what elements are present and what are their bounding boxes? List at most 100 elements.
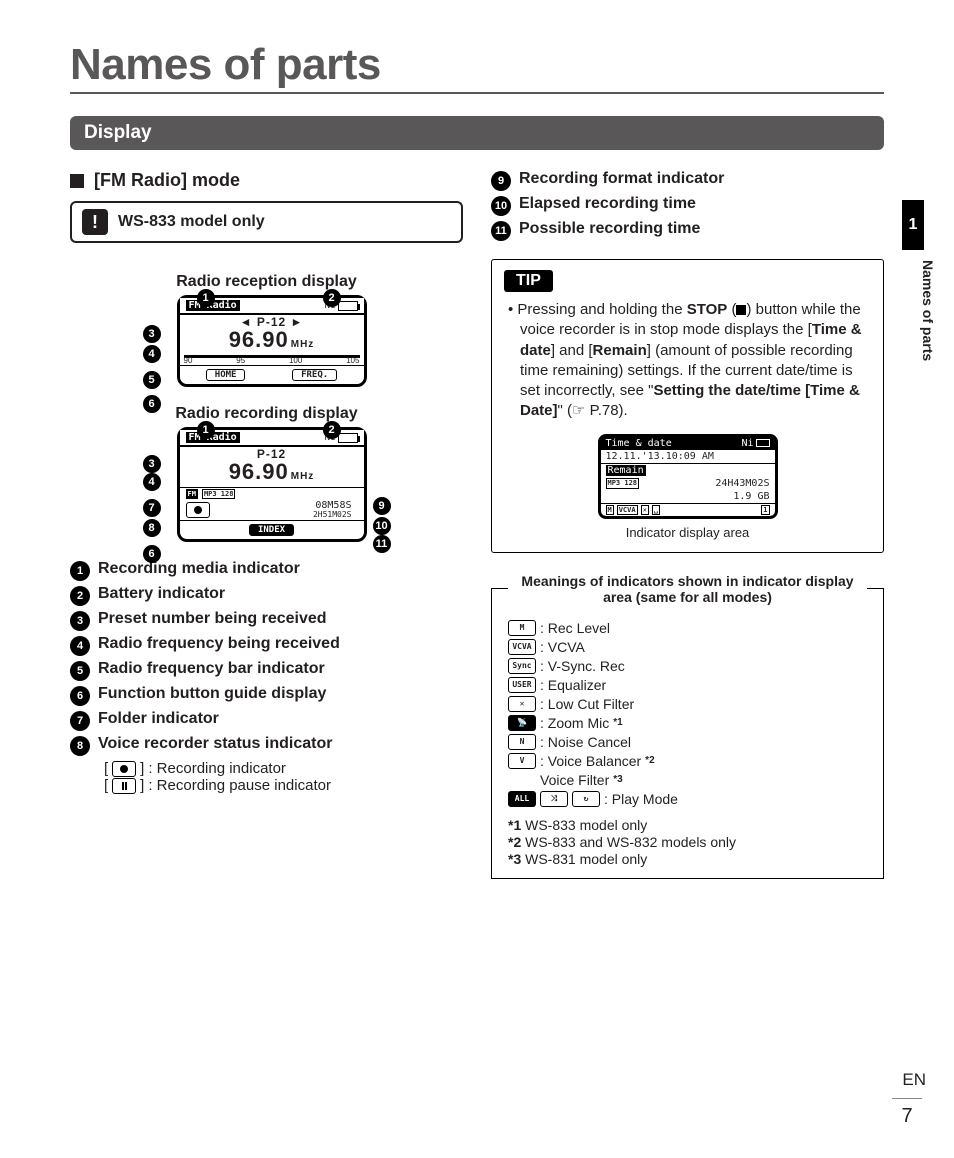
tick-100: 100 [289, 356, 302, 365]
fn2-label: *2 [508, 834, 521, 850]
legend-list: 1Recording media indicator 2Battery indi… [70, 560, 463, 756]
fn-freq: FREQ. [292, 369, 337, 381]
format-indicator: MP3 128 [202, 489, 236, 499]
callout-r11: 11 [373, 535, 391, 553]
indicators-fieldset: Meanings of indicators shown in indicato… [491, 573, 884, 879]
tip-lcd-row6: M VCVA ✕ ␣ 1 [601, 503, 775, 516]
tip-lcd-timedate: Time & date [606, 438, 672, 449]
tip-lcd-datetime: 12.11.'13.10:09 AM [606, 451, 714, 462]
legend-num-3: 3 [70, 611, 90, 631]
exclamation-icon: ! [82, 209, 108, 235]
tick-90: 90 [184, 356, 193, 365]
battery-icon-rec [338, 433, 358, 443]
fn3: WS-831 model only [521, 851, 647, 867]
legend-num-7: 7 [70, 711, 90, 731]
recording-lcd-wrap: 1 2 3 4 7 8 6 9 10 11 FM Radio Ni P-12 [137, 427, 397, 542]
tip-lcd-ind3: ✕ [641, 505, 649, 515]
legend-8: Voice recorder status indicator [98, 735, 332, 753]
square-bullet-icon [70, 174, 84, 188]
ind-vsync: : V-Sync. Rec [540, 658, 625, 674]
tip-label: TIP [504, 270, 553, 292]
ind-vfilter-note: *3 [613, 774, 622, 785]
callout-r6: 6 [143, 545, 161, 563]
fn-index: INDEX [249, 524, 294, 536]
mode-heading-text: [FM Radio] mode [94, 170, 240, 191]
battery-icon [338, 301, 358, 311]
ind-vfilter: Voice Filter [540, 772, 609, 788]
legend-9: Recording format indicator [519, 170, 724, 191]
folder-indicator: FM [186, 489, 198, 499]
tip-battery-icon [756, 439, 770, 447]
reception-lcd: FM Radio Ni ◄ P-12 ► 96.90MHz 90 [177, 295, 367, 387]
tick-105: 105 [346, 356, 359, 365]
callout-r8: 8 [143, 519, 161, 537]
model-restriction-box: ! WS-833 model only [70, 201, 463, 243]
legend-num-9: 9 [491, 171, 511, 191]
tip-lcd-ind5: 1 [761, 505, 769, 515]
legend-10: Elapsed recording time [519, 195, 696, 216]
tip-lcd-remain-time: 24H43M02S [715, 478, 769, 489]
tip-lcd-row1: Time & date Ni [601, 437, 775, 450]
ind-vbal: : Voice Balancer [540, 753, 641, 769]
side-tab: Names of parts [920, 260, 936, 361]
page-number: 7 [892, 1098, 922, 1128]
lcd-rec-frequency-value: 96.90 [229, 459, 289, 484]
tip-caption: Indicator display area [504, 525, 871, 540]
indicators-legend: Meanings of indicators shown in indicato… [508, 573, 867, 605]
sub-ind-8a: : Recording indicator [148, 760, 286, 777]
legend-num-10: 10 [491, 196, 511, 216]
callout-r10: 10 [373, 517, 391, 535]
right-legend-list: 9 Recording format indicator 10 Elapsed re… [491, 170, 884, 241]
footnotes: *1 WS-833 model only *2 WS-833 and WS-83… [508, 817, 867, 867]
lcd-rec-frequency: 96.90MHz [180, 459, 364, 485]
callout-1: 1 [197, 289, 215, 307]
tip-remain: Remain [593, 342, 647, 359]
zoom-mic-icon: 📡 [508, 715, 536, 731]
recording-lcd: FM Radio Ni P-12 96.90MHz FM MP3 128 [177, 427, 367, 542]
reception-display-title: Radio reception display [70, 273, 463, 291]
legend-1: Recording media indicator [98, 560, 300, 578]
legend-num-6: 6 [70, 686, 90, 706]
legend-6: Function button guide display [98, 685, 326, 703]
callout-r9: 9 [373, 497, 391, 515]
tick-95: 95 [236, 356, 245, 365]
tip-lcd-row4: MP3 128 24H43M02S [601, 477, 775, 490]
legend-2: Battery indicator [98, 585, 225, 603]
sub-indicator-pause: []: Recording pause indicator [104, 777, 463, 794]
voice-balancer-icon: V [508, 753, 536, 769]
play-mode-icon-shuffle: ⤨ [540, 791, 568, 807]
play-mode-icon-all: ALL [508, 791, 536, 807]
lcd-frequency-unit: MHz [291, 339, 315, 350]
tip-lcd-row3: Remain [601, 463, 775, 477]
legend-num-4: 4 [70, 636, 90, 656]
page-title: Names of parts [70, 40, 884, 94]
language-indicator: EN [902, 1070, 926, 1090]
callout-r7: 7 [143, 499, 161, 517]
play-mode-icon-repeat: ↻ [572, 791, 600, 807]
legend-num-1: 1 [70, 561, 90, 581]
legend-5: Radio frequency bar indicator [98, 660, 325, 678]
recording-indicator-icon [112, 761, 136, 777]
legend-7: Folder indicator [98, 710, 219, 728]
ind-play: : Play Mode [604, 791, 678, 807]
tip-lcd-row2: 12.11.'13.10:09 AM [601, 450, 775, 463]
rec-level-icon: M [508, 620, 536, 636]
lcd-fn-row: HOME FREQ. [180, 365, 364, 384]
callout-r1: 1 [197, 421, 215, 439]
legend-11: Possible recording time [519, 220, 700, 241]
tip-lcd-ind2: VCVA [617, 505, 638, 515]
ind-zoom: : Zoom Mic [540, 715, 609, 731]
noise-cancel-icon: N [508, 734, 536, 750]
model-note: WS-833 model only [118, 213, 265, 231]
side-chapter-number: 1 [902, 200, 924, 250]
tip-text: • Pressing and holding the STOP () butto… [520, 300, 871, 422]
callout-3: 3 [143, 325, 161, 343]
tip-lcd-remain-label: Remain [606, 465, 646, 476]
fn1: WS-833 model only [521, 817, 647, 833]
lcd-rec-frequency-unit: MHz [291, 471, 315, 482]
equalizer-icon: USER [508, 677, 536, 693]
sub-ind-8b: : Recording pause indicator [148, 777, 331, 794]
tip-lcd-size: 1.9 GB [733, 491, 769, 502]
legend-num-8: 8 [70, 736, 90, 756]
ind-noise: : Noise Cancel [540, 734, 631, 750]
